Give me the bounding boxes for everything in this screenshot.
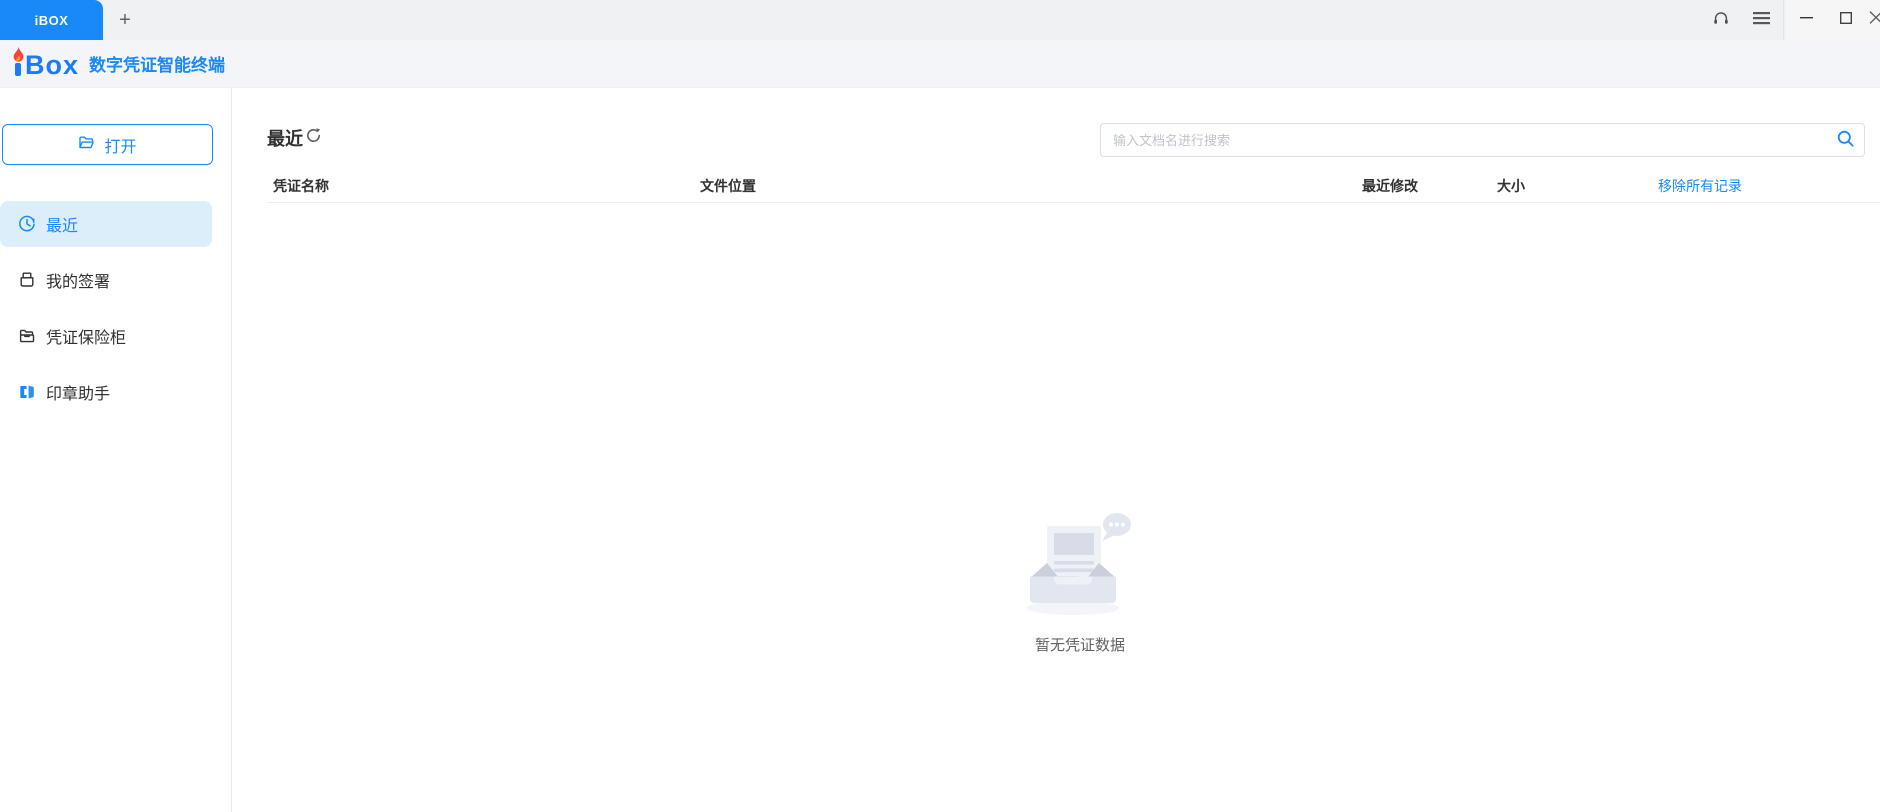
logo-text: Box xyxy=(25,49,79,81)
plus-icon: + xyxy=(119,9,131,32)
flame-i-logo-icon xyxy=(12,47,25,81)
sidebar-item-label: 凭证保险柜 xyxy=(46,324,126,348)
main-panel: 最近 凭证名称 文件位置 xyxy=(232,88,1880,812)
column-header-modified: 最近修改 xyxy=(1362,176,1418,196)
sidebar-item-label: 我的签署 xyxy=(46,268,110,292)
page-title: 最近 xyxy=(267,125,303,151)
column-header-size: 大小 xyxy=(1497,176,1525,196)
sidebar-item-label: 最近 xyxy=(46,212,78,236)
app-header: Box 数字凭证智能终端 xyxy=(0,40,1880,88)
empty-state-message: 暂无凭证数据 xyxy=(1035,634,1125,655)
headset-icon xyxy=(1712,9,1730,32)
refresh-icon xyxy=(305,127,322,147)
tab-label: iBOX xyxy=(35,13,69,28)
remove-all-records-link[interactable]: 移除所有记录 xyxy=(1658,176,1742,196)
safe-icon xyxy=(18,327,36,345)
flame-icon xyxy=(12,47,25,64)
empty-inbox-illustration xyxy=(1017,512,1143,621)
titlebar-controls xyxy=(1701,0,1880,40)
titlebar: iBOX + xyxy=(0,0,1880,40)
search-button[interactable] xyxy=(1826,124,1864,156)
table-header-row: 凭证名称 文件位置 最近修改 大小 移除所有记录 xyxy=(267,173,1880,203)
menu-button[interactable] xyxy=(1741,0,1781,40)
headset-button[interactable] xyxy=(1701,0,1741,40)
open-button[interactable]: 打开 xyxy=(2,124,213,165)
clock-icon xyxy=(18,215,36,233)
close-button[interactable] xyxy=(1866,0,1880,40)
sidebar-item-recent[interactable]: 最近 xyxy=(0,201,212,247)
hamburger-menu-icon xyxy=(1753,11,1770,30)
column-header-location: 文件位置 xyxy=(700,176,756,196)
search-icon xyxy=(1836,129,1855,151)
sidebar-item-label: 印章助手 xyxy=(46,380,110,404)
sidebar-item-seal-assistant[interactable]: 印章助手 xyxy=(0,369,212,415)
search-input[interactable] xyxy=(1101,124,1826,156)
sidebar: 打开 最近 xyxy=(0,88,232,812)
new-tab-button[interactable]: + xyxy=(103,0,147,40)
search-box xyxy=(1100,123,1865,157)
titlebar-separator xyxy=(1783,0,1784,40)
open-button-label: 打开 xyxy=(104,133,136,157)
minimize-icon xyxy=(1800,11,1813,29)
sidebar-item-my-signatures[interactable]: 我的签署 xyxy=(0,257,212,303)
maximize-button[interactable] xyxy=(1826,0,1866,40)
empty-state: 暂无凭证数据 xyxy=(280,512,1880,655)
content-wrap: 打开 最近 xyxy=(0,88,1880,812)
minimize-button[interactable] xyxy=(1786,0,1826,40)
close-icon xyxy=(1866,11,1880,29)
window-controls xyxy=(1786,0,1880,40)
column-header-name: 凭证名称 xyxy=(273,176,329,196)
signature-icon xyxy=(18,271,36,289)
folder-open-icon xyxy=(78,134,95,156)
seal-icon xyxy=(18,383,36,401)
tab-ibox[interactable]: iBOX xyxy=(0,0,103,40)
app-logo: Box xyxy=(12,47,79,81)
sidebar-nav: 最近 我的签署 凭 xyxy=(0,201,231,415)
sidebar-item-certificate-safe[interactable]: 凭证保险柜 xyxy=(0,313,212,359)
maximize-icon xyxy=(1840,11,1852,29)
app-title: 数字凭证智能终端 xyxy=(89,51,225,77)
refresh-button[interactable] xyxy=(303,127,323,147)
